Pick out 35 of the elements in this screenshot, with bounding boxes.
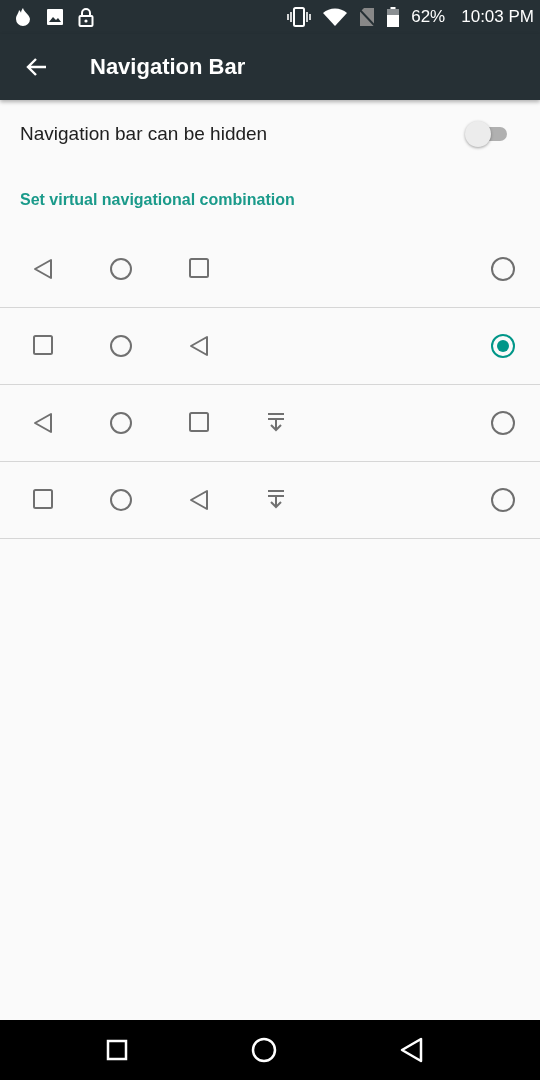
no-sim-icon — [359, 7, 376, 27]
circle-icon — [110, 412, 132, 434]
circle-icon — [110, 258, 132, 280]
circle-icon — [110, 489, 132, 511]
back-arrow-icon[interactable] — [25, 57, 47, 77]
triangle-icon — [189, 489, 209, 511]
circle-icon — [110, 335, 132, 357]
radio-button[interactable] — [491, 334, 515, 358]
triangle-icon[interactable] — [399, 1037, 424, 1063]
screen-title: Navigation Bar — [90, 54, 246, 80]
square-icon[interactable] — [106, 1039, 129, 1061]
hide-down-icon — [267, 412, 285, 432]
hide-down-icon — [267, 489, 285, 509]
vibrate-icon — [287, 7, 312, 27]
square-icon — [33, 335, 53, 355]
radio-button[interactable] — [491, 488, 515, 512]
section-header: Set virtual navigational combination — [19, 189, 296, 210]
square-icon — [33, 489, 53, 509]
radio-button[interactable] — [491, 257, 515, 281]
square-icon — [189, 258, 209, 278]
lock-icon — [78, 7, 94, 27]
battery-percent: 62% — [411, 7, 446, 27]
wifi-icon — [323, 8, 348, 26]
toggle-switch[interactable] — [465, 121, 507, 147]
triangle-icon — [33, 258, 53, 280]
image-icon — [46, 8, 64, 26]
setting-label: Navigation bar can be hidden — [20, 123, 268, 145]
clock: 10:03 PM — [461, 7, 534, 27]
radio-button[interactable] — [491, 411, 515, 435]
triangle-icon — [33, 412, 53, 434]
flame-icon — [14, 7, 32, 27]
triangle-icon — [189, 335, 209, 357]
circle-icon[interactable] — [251, 1037, 277, 1063]
battery-icon — [387, 7, 400, 27]
square-icon — [189, 412, 209, 432]
